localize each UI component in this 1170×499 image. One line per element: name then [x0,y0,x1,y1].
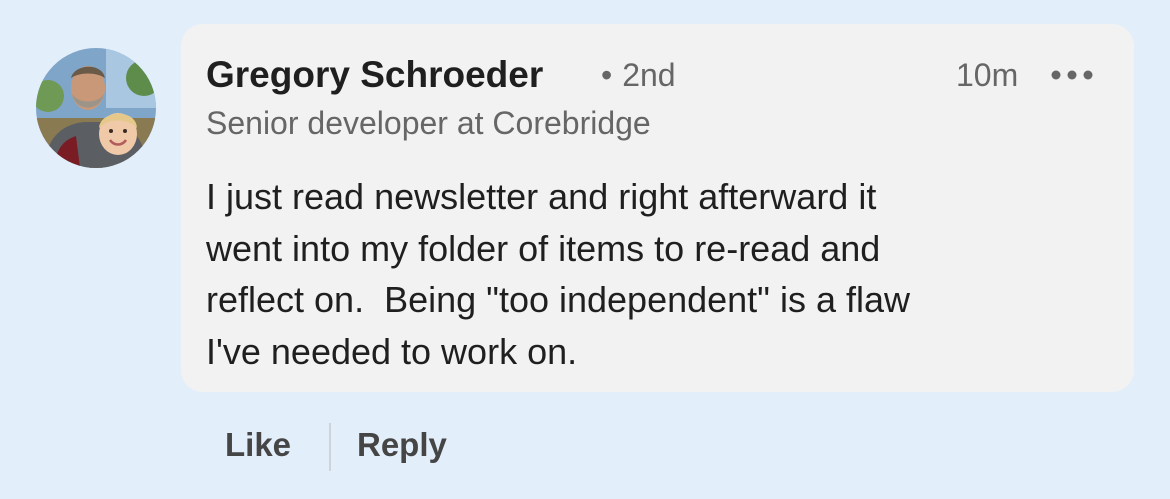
reply-button[interactable]: Reply [357,426,447,464]
profile-photo [36,48,156,168]
like-button[interactable]: Like [225,426,291,464]
author-name[interactable]: Gregory Schroeder [206,54,543,96]
avatar[interactable] [36,48,156,168]
connection-separator: • [601,57,613,93]
connection-degree: • 2nd [601,57,676,94]
actions-divider [329,423,331,471]
more-options-button[interactable] [1048,60,1098,90]
ellipsis-icon [1051,70,1093,80]
comment-timestamp: 10m [956,57,1019,93]
connection-degree-label: 2nd [622,57,676,93]
comment-bubble: Gregory Schroeder • 2nd Senior developer … [181,24,1134,392]
comment-text: I just read newsletter and right afterwa… [206,176,911,372]
author-headline: Senior developer at Corebridge [206,105,651,141]
